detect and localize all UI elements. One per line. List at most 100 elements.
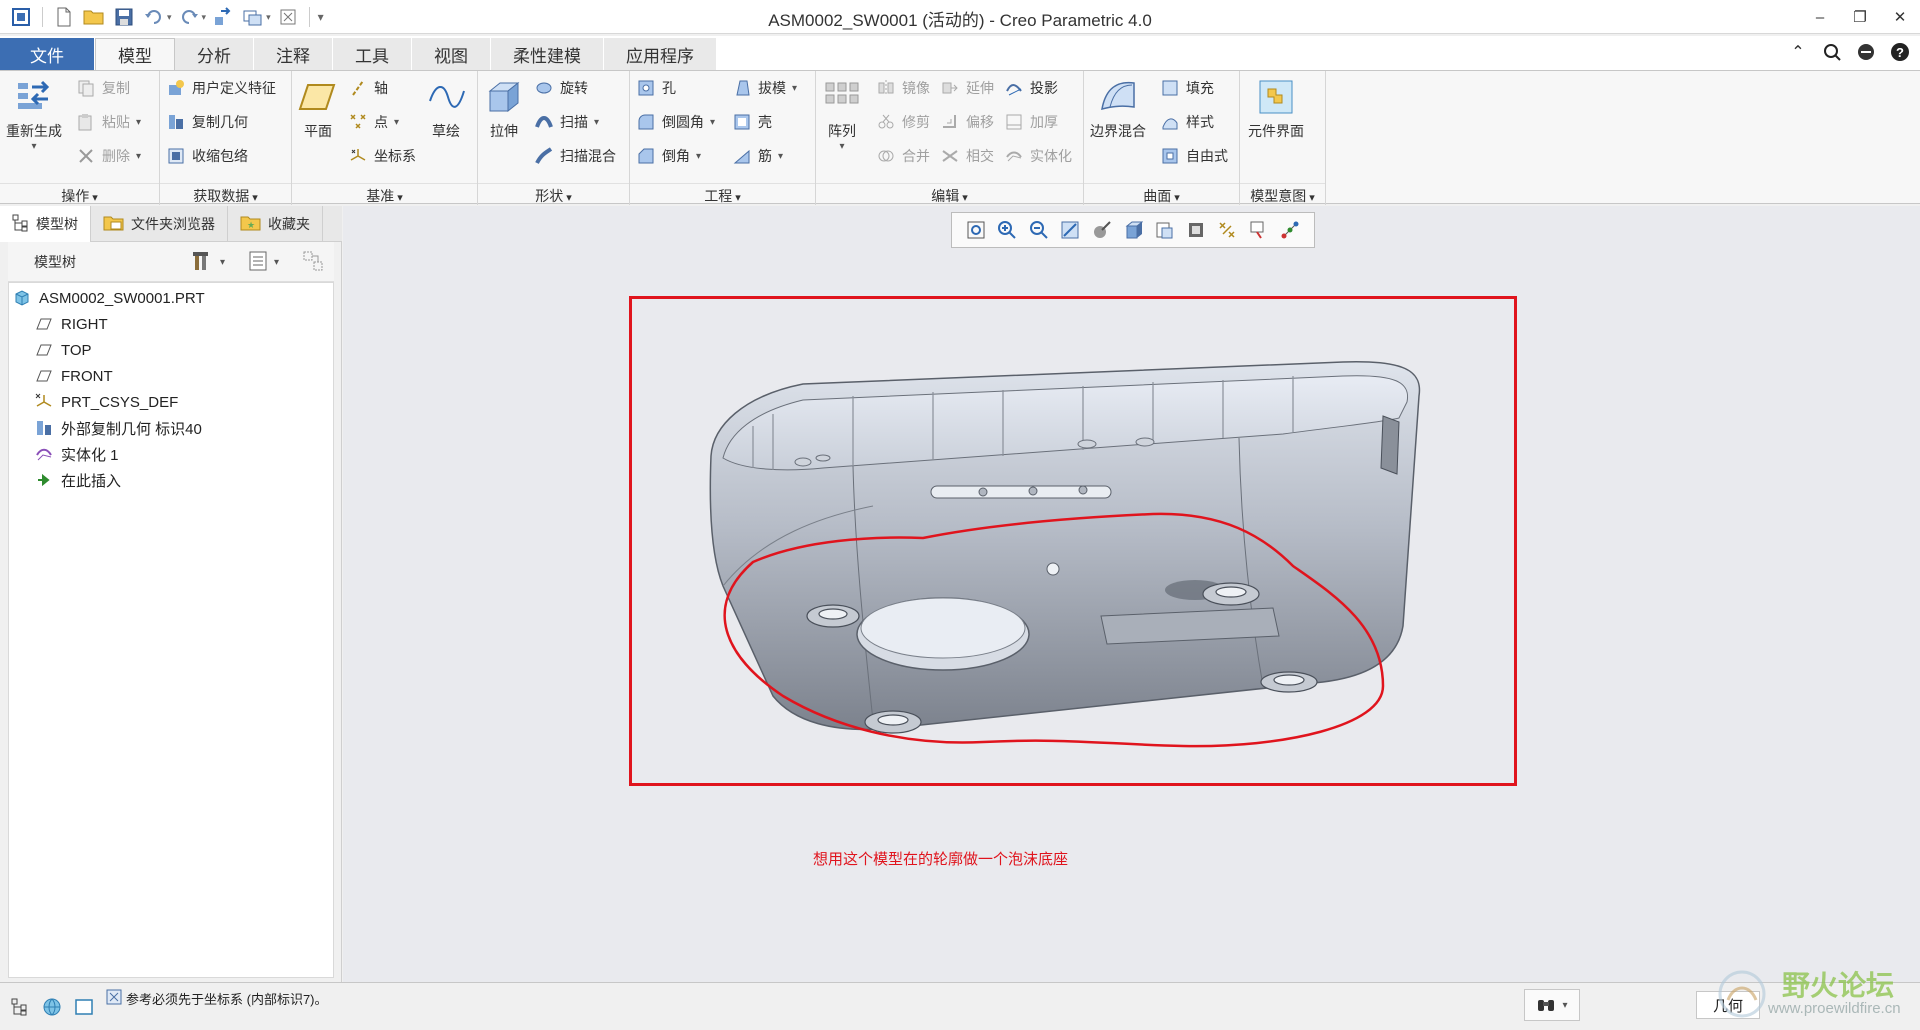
- tab-favorites[interactable]: ★ 收藏夹: [228, 206, 323, 242]
- copy-button[interactable]: 复制: [76, 75, 130, 101]
- group-label-surfaces[interactable]: 曲面: [1084, 183, 1239, 204]
- project-button[interactable]: 投影: [1004, 75, 1058, 101]
- round-button[interactable]: 倒圆角 ▾: [636, 109, 715, 135]
- help-icon[interactable]: ?: [1888, 40, 1912, 64]
- tree-node-right[interactable]: RIGHT: [35, 313, 108, 335]
- group-label-shapes[interactable]: 形状: [478, 183, 629, 204]
- point-button[interactable]: 点 ▾: [348, 109, 399, 135]
- group-engineering: 孔 倒圆角 ▾ 倒角 ▾ 拔模 ▾ 壳 筋 ▾ 工程: [630, 71, 816, 205]
- zoom-in-icon[interactable]: [994, 217, 1020, 243]
- sketch-button[interactable]: 草绘: [426, 77, 466, 141]
- full-screen-icon[interactable]: [72, 995, 96, 1019]
- csys-button[interactable]: 坐标系: [348, 143, 416, 169]
- trim-button[interactable]: 修剪: [876, 109, 930, 135]
- hole-button[interactable]: 孔: [636, 75, 676, 101]
- group-label-engineering[interactable]: 工程: [630, 183, 815, 204]
- toggle-navigator-icon[interactable]: [8, 995, 32, 1019]
- find-button[interactable]: ▾: [1524, 989, 1580, 1021]
- mirror-button[interactable]: 镜像: [876, 75, 930, 101]
- group-label-get-data[interactable]: 获取数据: [160, 183, 291, 204]
- spin-center-icon[interactable]: [1277, 217, 1303, 243]
- style-button[interactable]: 样式: [1160, 109, 1214, 135]
- regenerate-button[interactable]: 重新生成 ▾: [6, 77, 62, 152]
- restore-button[interactable]: ❐: [1840, 0, 1880, 34]
- shell-button[interactable]: 壳: [732, 109, 772, 135]
- paste-button[interactable]: 粘贴 ▾: [76, 109, 141, 135]
- boundary-blend-icon: [1098, 77, 1138, 117]
- extrude-button[interactable]: 拉伸: [484, 77, 524, 141]
- intersect-icon: [940, 146, 960, 166]
- intersect-button[interactable]: 相交: [940, 143, 994, 169]
- graphics-window[interactable]: 想用这个模型在的轮廓做一个泡沫底座: [343, 206, 1920, 982]
- merge-button[interactable]: 合并: [876, 143, 930, 169]
- delete-button[interactable]: 删除 ▾: [76, 143, 141, 169]
- close-button[interactable]: ✕: [1880, 0, 1920, 34]
- fill-button[interactable]: 填充: [1160, 75, 1214, 101]
- minimize-button[interactable]: –: [1800, 0, 1840, 34]
- rib-button[interactable]: 筋 ▾: [732, 143, 783, 169]
- refit-icon[interactable]: [963, 217, 989, 243]
- chamfer-button[interactable]: 倒角 ▾: [636, 143, 701, 169]
- tab-tools[interactable]: 工具: [333, 38, 412, 70]
- tab-model-tree[interactable]: 模型树: [0, 206, 91, 242]
- plane-button[interactable]: 平面: [298, 77, 338, 141]
- offset-button[interactable]: 偏移: [940, 109, 994, 135]
- navigator-panel: 模型树 文件夹浏览器 ★ 收藏夹 模型树 ▾ ▾ ASM0002_SW0001.…: [0, 206, 342, 982]
- tab-folder-browser[interactable]: 文件夹浏览器: [91, 206, 228, 242]
- search-icon[interactable]: [1820, 40, 1844, 64]
- tab-analysis[interactable]: 分析: [175, 38, 254, 70]
- tree-node-csys[interactable]: PRT_CSYS_DEF: [35, 391, 178, 413]
- saved-orientations-icon[interactable]: [1120, 217, 1146, 243]
- repaint-icon[interactable]: [1057, 217, 1083, 243]
- udf-button[interactable]: 用户定义特征: [166, 75, 276, 101]
- tab-view[interactable]: 视图: [412, 38, 491, 70]
- display-style-icon[interactable]: [1183, 217, 1209, 243]
- tree-node-insert-here[interactable]: 在此插入: [35, 469, 121, 491]
- tree-node-external-copy-geom[interactable]: 外部复制几何 标识40: [35, 417, 202, 439]
- hole-icon: [636, 78, 656, 98]
- tab-applications[interactable]: 应用程序: [604, 38, 717, 70]
- group-label-editing[interactable]: 编辑: [816, 183, 1083, 204]
- datum-plane-icon: [35, 341, 53, 359]
- saved-views-icon[interactable]: [1151, 217, 1177, 243]
- tree-filter-button[interactable]: [302, 250, 324, 275]
- community-icon[interactable]: [1854, 40, 1878, 64]
- tab-model[interactable]: 模型: [95, 38, 175, 70]
- component-interface-button[interactable]: 元件界面: [1248, 77, 1304, 141]
- tab-flexible-modeling[interactable]: 柔性建模: [491, 38, 604, 70]
- tree-node-root[interactable]: ASM0002_SW0001.PRT: [13, 287, 205, 309]
- axis-button[interactable]: 轴: [348, 75, 388, 101]
- sweep-button[interactable]: 扫描 ▾: [534, 109, 599, 135]
- annotation-display-icon[interactable]: [1246, 217, 1272, 243]
- freestyle-button[interactable]: 自由式: [1160, 143, 1228, 169]
- extend-button[interactable]: 延伸: [940, 75, 994, 101]
- show-options-button[interactable]: ▾: [248, 250, 279, 275]
- revolve-button[interactable]: 旋转: [534, 75, 588, 101]
- thicken-button[interactable]: 加厚: [1004, 109, 1058, 135]
- pattern-button[interactable]: 阵列 ▾: [822, 77, 862, 152]
- group-editing: 阵列 ▾ 镜像 修剪 合并 延伸 偏移 相交 投影 加厚 实体化 编辑 ▾: [816, 71, 1084, 205]
- boundary-blend-button[interactable]: 边界混合: [1090, 77, 1146, 141]
- shrinkwrap-button[interactable]: 收缩包络: [166, 143, 248, 169]
- tab-annotate[interactable]: 注释: [254, 38, 333, 70]
- tree-node-front[interactable]: FRONT: [35, 365, 113, 387]
- regenerate-dropdown-icon[interactable]: ▾: [31, 141, 36, 152]
- group-label-model-intent[interactable]: 模型意图: [1240, 183, 1325, 204]
- ribbon: 重新生成 ▾ 复制 粘贴 ▾ 删除 ▾ 操作 用户定义特征 复制几何: [0, 70, 1920, 205]
- draft-button[interactable]: 拔模 ▾: [732, 75, 797, 101]
- browser-icon[interactable]: [40, 995, 64, 1019]
- swept-blend-button[interactable]: 扫描混合: [534, 143, 616, 169]
- group-label-datum[interactable]: 基准: [292, 183, 477, 204]
- tree-node-top[interactable]: TOP: [35, 339, 92, 361]
- solidify-button[interactable]: 实体化: [1004, 143, 1072, 169]
- perspective-view-icon[interactable]: [1089, 217, 1115, 243]
- minimize-ribbon-icon[interactable]: ⌃: [1786, 40, 1810, 64]
- copy-geometry-button[interactable]: 复制几何: [166, 109, 248, 135]
- tree-node-solidify[interactable]: 实体化 1: [35, 443, 119, 465]
- rib-icon: [732, 146, 752, 166]
- group-label-operations[interactable]: 操作: [0, 183, 159, 204]
- datum-display-filter-icon[interactable]: [1214, 217, 1240, 243]
- tree-settings-button[interactable]: ▾: [192, 250, 225, 275]
- zoom-out-icon[interactable]: [1026, 217, 1052, 243]
- tab-file[interactable]: 文件: [0, 38, 95, 70]
